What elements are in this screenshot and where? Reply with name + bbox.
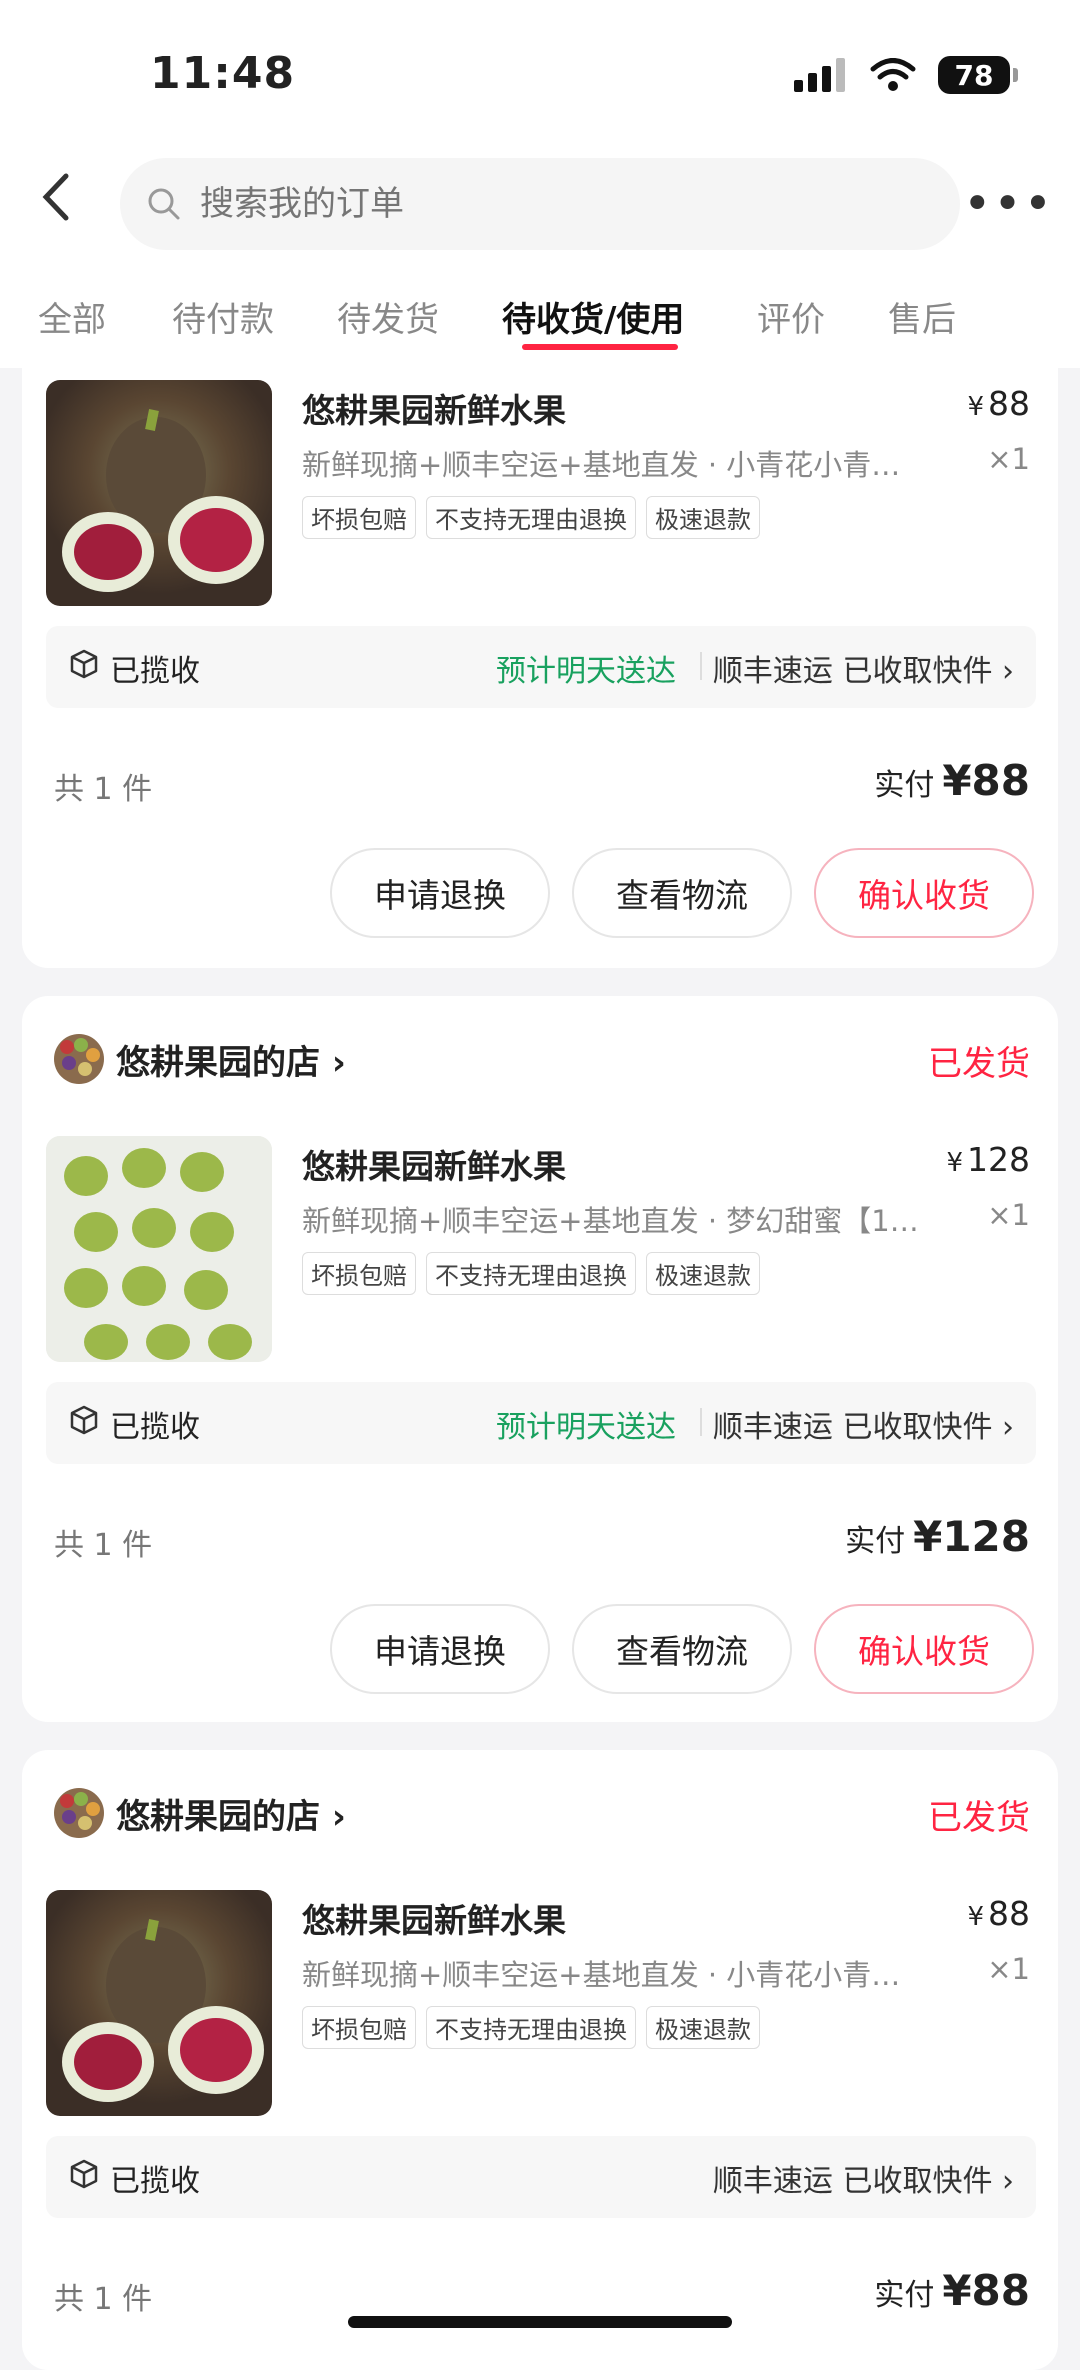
order-status: 已发货 bbox=[928, 1798, 1030, 1838]
service-tags: 坏损包赔 不支持无理由退换 极速退款 bbox=[302, 2006, 760, 2049]
product-image[interactable] bbox=[46, 380, 272, 606]
more-menu-icon[interactable]: ••• bbox=[963, 176, 1054, 232]
status-icons: 78 bbox=[794, 56, 1018, 94]
signal-icon bbox=[794, 58, 845, 92]
shop-link[interactable]: 悠耕果园的店 › bbox=[54, 1788, 346, 1838]
paid-total: 实付 ¥128 bbox=[845, 1512, 1030, 1561]
product-price: ¥88 bbox=[967, 1894, 1030, 1933]
order-card: 悠耕果园的店 › 已发货 悠耕果园新鲜水果 ¥88 新鲜现摘+顺丰空运+基地直发… bbox=[22, 1750, 1058, 2370]
logistics-row[interactable]: 已揽收 预计明天送达 顺丰速运 已收取快件 › bbox=[46, 1382, 1036, 1464]
delivery-eta: 预计明天送达 bbox=[496, 654, 676, 689]
item-count: 共 1 件 bbox=[54, 1528, 153, 1563]
package-icon bbox=[68, 2158, 100, 2190]
shop-link[interactable]: 悠耕果园的店 › bbox=[54, 1034, 346, 1084]
battery-indicator: 78 bbox=[938, 56, 1018, 94]
product-image[interactable] bbox=[46, 1136, 272, 1362]
tag: 极速退款 bbox=[646, 2006, 760, 2049]
tag: 极速退款 bbox=[646, 1252, 760, 1295]
product-name[interactable]: 悠耕果园新鲜水果 bbox=[302, 1894, 566, 1942]
chevron-left-icon bbox=[42, 173, 69, 221]
order-card: 悠耕果园新鲜水果 ¥88 新鲜现摘+顺丰空运+基地直发 · 小青花小青… ×1 … bbox=[22, 300, 1058, 968]
service-tags: 坏损包赔 不支持无理由退换 极速退款 bbox=[302, 1252, 760, 1295]
tab-after-sales[interactable]: 售后 bbox=[888, 292, 956, 341]
item-count: 共 1 件 bbox=[54, 772, 153, 807]
item-count: 共 1 件 bbox=[54, 2282, 153, 2317]
shop-name: 悠耕果园的店 › bbox=[116, 1042, 346, 1083]
order-tabs: 全部 待付款 待发货 待收货/使用 评价 售后 bbox=[0, 282, 1080, 354]
tag: 不支持无理由退换 bbox=[426, 2006, 636, 2049]
divider bbox=[700, 1408, 702, 1436]
product-desc: 新鲜现摘+顺丰空运+基地直发 · 小青花小青… bbox=[302, 1958, 901, 1992]
package-icon bbox=[68, 1404, 100, 1436]
tab-all[interactable]: 全部 bbox=[38, 292, 106, 341]
divider bbox=[700, 652, 702, 680]
tag: 坏损包赔 bbox=[302, 1252, 416, 1295]
confirm-receipt-button[interactable]: 确认收货 bbox=[814, 848, 1034, 938]
logistics-state: 已揽收 bbox=[110, 654, 200, 689]
tab-pending-payment[interactable]: 待付款 bbox=[172, 292, 274, 341]
logistics-row[interactable]: 已揽收 预计明天送达 顺丰速运 已收取快件 › bbox=[46, 626, 1036, 708]
shop-name: 悠耕果园的店 › bbox=[116, 1796, 346, 1837]
confirm-receipt-button[interactable]: 确认收货 bbox=[814, 1604, 1034, 1694]
order-card: 悠耕果园的店 › 已发货 悠耕果园新鲜水果 ¥128 新鲜现摘+顺丰空运+基地直… bbox=[22, 996, 1058, 1722]
product-qty: ×1 bbox=[987, 1198, 1030, 1232]
shop-avatar bbox=[54, 1034, 104, 1084]
service-tags: 坏损包赔 不支持无理由退换 极速退款 bbox=[302, 496, 760, 539]
paid-total: 实付 ¥88 bbox=[874, 756, 1030, 805]
product-price: ¥88 bbox=[967, 384, 1030, 423]
search-input[interactable] bbox=[198, 183, 902, 225]
package-icon bbox=[68, 648, 100, 680]
view-logistics-button[interactable]: 查看物流 bbox=[572, 1604, 792, 1694]
product-desc: 新鲜现摘+顺丰空运+基地直发 · 小青花小青… bbox=[302, 448, 901, 482]
order-status: 已发货 bbox=[928, 1044, 1030, 1084]
carrier-status: 顺丰速运 已收取快件 › bbox=[712, 2164, 1014, 2199]
tab-review[interactable]: 评价 bbox=[757, 292, 825, 341]
product-image[interactable] bbox=[46, 1890, 272, 2116]
logistics-row[interactable]: 已揽收 顺丰速运 已收取快件 › bbox=[46, 2136, 1036, 2218]
carrier-status: 顺丰速运 已收取快件 › bbox=[712, 654, 1014, 689]
return-exchange-button[interactable]: 申请退换 bbox=[330, 1604, 550, 1694]
top-bar: 11:48 78 ••• 全部 待付款 待发货 bbox=[0, 0, 1080, 368]
product-name[interactable]: 悠耕果园新鲜水果 bbox=[302, 1140, 566, 1188]
return-exchange-button[interactable]: 申请退换 bbox=[330, 848, 550, 938]
wifi-icon bbox=[870, 58, 916, 91]
product-name[interactable]: 悠耕果园新鲜水果 bbox=[302, 384, 566, 432]
back-button[interactable] bbox=[40, 172, 84, 232]
product-qty: ×1 bbox=[987, 442, 1030, 476]
product-desc: 新鲜现摘+顺丰空运+基地直发 · 梦幻甜蜜【1… bbox=[302, 1204, 919, 1238]
logistics-state: 已揽收 bbox=[110, 2164, 200, 2199]
product-qty: ×1 bbox=[987, 1952, 1030, 1986]
search-bar[interactable] bbox=[120, 158, 960, 250]
tag: 坏损包赔 bbox=[302, 496, 416, 539]
tag: 不支持无理由退换 bbox=[426, 496, 636, 539]
product-price: ¥128 bbox=[946, 1140, 1030, 1179]
tag: 极速退款 bbox=[646, 496, 760, 539]
tag: 不支持无理由退换 bbox=[426, 1252, 636, 1295]
tab-pending-receipt[interactable]: 待收货/使用 bbox=[502, 292, 684, 341]
status-time: 11:48 bbox=[150, 48, 296, 99]
active-tab-indicator bbox=[522, 344, 678, 350]
carrier-status: 顺丰速运 已收取快件 › bbox=[712, 1410, 1014, 1445]
tag: 坏损包赔 bbox=[302, 2006, 416, 2049]
paid-total: 实付 ¥88 bbox=[874, 2266, 1030, 2315]
home-indicator bbox=[348, 2316, 732, 2328]
view-logistics-button[interactable]: 查看物流 bbox=[572, 848, 792, 938]
logistics-state: 已揽收 bbox=[110, 1410, 200, 1445]
delivery-eta: 预计明天送达 bbox=[496, 1410, 676, 1445]
search-icon bbox=[146, 186, 182, 222]
shop-avatar bbox=[54, 1788, 104, 1838]
tab-pending-shipment[interactable]: 待发货 bbox=[337, 292, 439, 341]
